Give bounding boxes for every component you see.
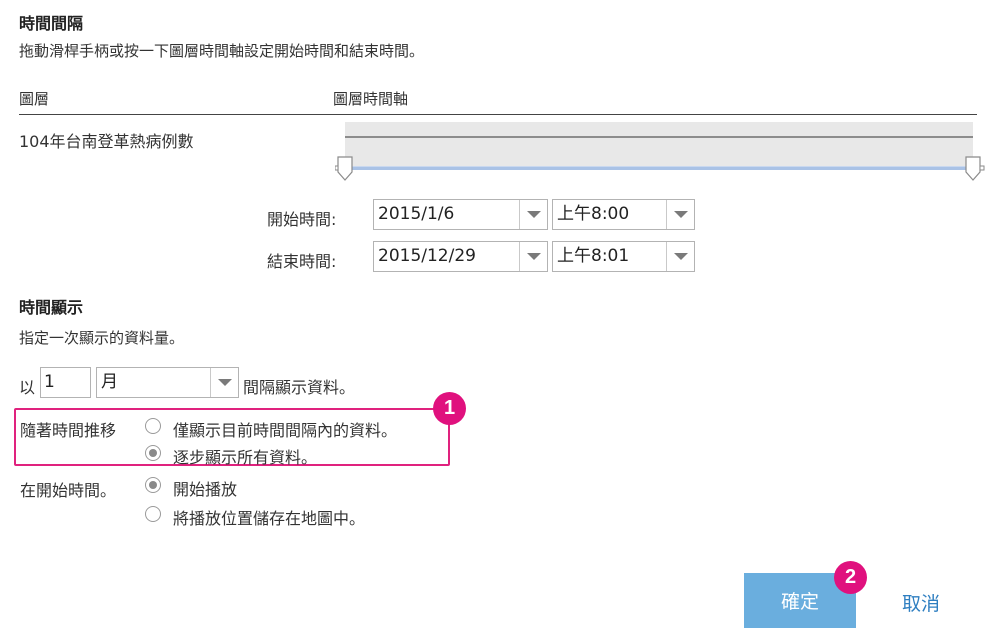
chevron-down-icon[interactable] [519, 242, 547, 271]
option-save-position[interactable]: 將播放位置儲存在地圖中。 [173, 505, 365, 529]
time-interval-heading: 時間間隔 [19, 14, 84, 33]
start-time-select[interactable]: 上午8:00 [552, 199, 695, 230]
callout-badge-2: 2 [834, 561, 867, 594]
option-current-interval-only[interactable]: 僅顯示目前時間間隔內的資料。 [173, 417, 397, 441]
radio-show-all-cumulative[interactable] [145, 445, 161, 461]
layer-time-extent-bar [345, 136, 973, 138]
over-time-label: 隨著時間推移 [20, 421, 117, 440]
radio-save-position[interactable] [145, 506, 161, 522]
start-slider-handle[interactable] [335, 155, 355, 183]
end-date-value: 2015/12/29 [378, 246, 476, 266]
interval-prefix-label: 以 [19, 378, 36, 397]
timeline-column-header: 圖層時間軸 [333, 90, 409, 108]
interval-suffix-label: 間隔顯示資料。 [243, 378, 356, 397]
end-date-select[interactable]: 2015/12/29 [373, 241, 548, 272]
start-date-select[interactable]: 2015/1/6 [373, 199, 548, 230]
radio-current-interval-only[interactable] [145, 418, 161, 434]
time-interval-description: 拖動滑桿手柄或按一下圖層時間軸設定開始時間和結束時間。 [19, 42, 425, 60]
interval-unit-value: 月 [101, 372, 118, 392]
time-display-heading: 時間顯示 [19, 298, 84, 317]
end-time-label: 結束時間: [267, 252, 337, 271]
chevron-down-icon[interactable] [519, 200, 547, 229]
cancel-button[interactable]: 取消 [902, 589, 940, 616]
callout-badge-1: 1 [433, 392, 466, 425]
end-time-value: 上午8:01 [557, 246, 630, 266]
interval-count-input[interactable]: 1 [40, 367, 91, 398]
layer-name: 104年台南登革熱病例數 [19, 132, 194, 151]
header-divider [19, 114, 977, 115]
start-date-value: 2015/1/6 [378, 204, 455, 224]
option-start-playing[interactable]: 開始播放 [173, 476, 237, 500]
chevron-down-icon[interactable] [210, 368, 238, 397]
end-slider-handle[interactable] [963, 155, 987, 183]
radio-start-playing[interactable] [145, 477, 161, 493]
end-time-select[interactable]: 上午8:01 [552, 241, 695, 272]
start-time-label: 開始時間: [267, 210, 337, 229]
layer-column-header: 圖層 [19, 90, 50, 108]
layer-timeline-track[interactable] [345, 122, 973, 166]
interval-unit-select[interactable]: 月 [96, 367, 239, 398]
chevron-down-icon[interactable] [666, 200, 694, 229]
start-time-value: 上午8:00 [557, 204, 630, 224]
time-display-description: 指定一次顯示的資料量。 [19, 329, 185, 347]
option-show-all-cumulative[interactable]: 逐步顯示所有資料。 [173, 444, 317, 468]
time-slider-track[interactable] [345, 166, 973, 170]
chevron-down-icon[interactable] [666, 242, 694, 271]
at-start-label: 在開始時間。 [20, 481, 117, 500]
